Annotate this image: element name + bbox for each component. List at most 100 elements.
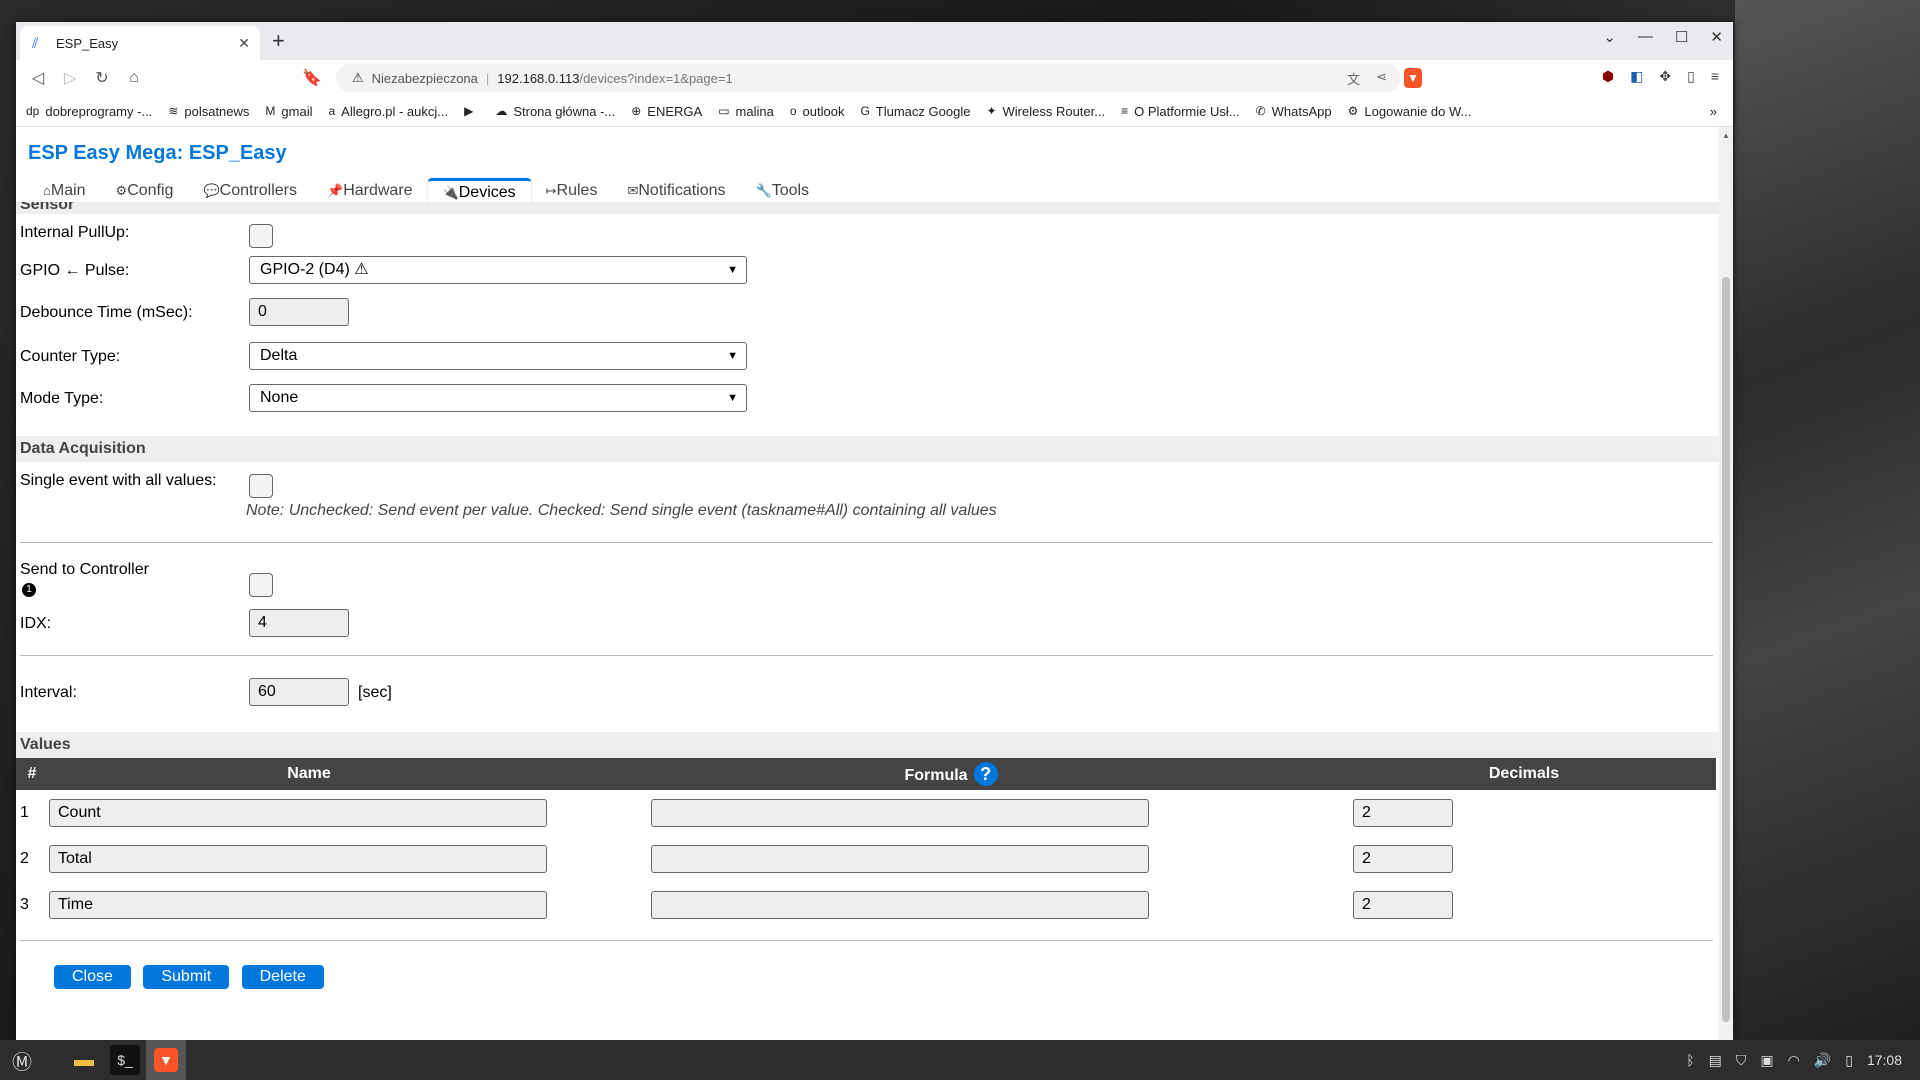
bookmark-item[interactable]: ☁ Strona główna -... (495, 104, 615, 119)
submit-button[interactable]: Submit (143, 965, 230, 989)
sidebar-icon[interactable]: ▯ (1687, 68, 1695, 85)
browser-tab[interactable]: ⫽ ESP_Easy ✕ (20, 26, 260, 60)
page-scrollbar[interactable]: ▲ (1719, 127, 1733, 1040)
interval-label: Interval: (20, 684, 77, 701)
mint-menu-icon[interactable]: Ⓜ (2, 1040, 42, 1080)
debounce-input[interactable]: 0 (249, 298, 349, 326)
section-sensor: Sensor (16, 202, 1719, 214)
bookmark-item[interactable]: ≡ O Platformie Usł... (1121, 104, 1239, 119)
bookmark-icon: ⊕ (631, 104, 642, 118)
translate-icon[interactable]: 文 (1347, 69, 1360, 88)
forward-icon[interactable]: ▷ (54, 68, 86, 88)
close-tab-icon[interactable]: ✕ (238, 35, 250, 52)
bookmark-item[interactable]: ✦ Wireless Router... (986, 104, 1105, 119)
scroll-up-icon[interactable]: ▲ (1722, 131, 1730, 140)
menu-icon[interactable]: ≡ (1711, 68, 1719, 85)
bookmark-item[interactable]: ▶ (464, 104, 479, 118)
bookmark-item[interactable]: dp dobreprogramy -... (26, 104, 152, 119)
chevron-down-icon: ▼ (727, 392, 738, 404)
bookmark-item[interactable]: Mgmail (265, 104, 312, 119)
value-name-input[interactable]: Total (49, 845, 547, 873)
col-name: Name (48, 758, 570, 790)
bookmark-icon[interactable]: 🔖 (296, 68, 328, 88)
value-name-input[interactable]: Time (49, 891, 547, 919)
send-controller-checkbox[interactable] (249, 573, 273, 597)
minimize-icon[interactable]: — (1638, 28, 1653, 46)
row-pullup: Internal PullUp: (16, 214, 1719, 252)
bookmark-label: O Platformie Usł... (1134, 103, 1240, 119)
bookmark-item[interactable]: ✆ WhatsApp (1256, 104, 1332, 119)
files-icon[interactable]: ▬ (64, 1040, 104, 1080)
row-mode: Mode Type: None ▼ (16, 378, 1719, 436)
menu-icon: 📌 (327, 183, 344, 198)
maximize-icon[interactable]: ☐ (1675, 28, 1688, 46)
delete-button[interactable]: Delete (241, 965, 324, 989)
terminal-icon[interactable]: $_ (110, 1045, 140, 1075)
ublock-icon[interactable]: ⬢ (1602, 68, 1614, 85)
bookmark-item[interactable]: ▭ malina (718, 104, 774, 119)
new-tab-button[interactable]: + (272, 28, 285, 54)
menu-icon: 💬 (203, 183, 220, 198)
gpio-label: GPIO ← Pulse: (20, 262, 130, 279)
url-tools: 文 ⋖ (1347, 69, 1387, 88)
bookmark-item[interactable]: ⚙ Logowanie do W... (1348, 104, 1472, 119)
decimals-cell: 2 (1332, 790, 1716, 836)
browser-window: ⫽ ESP_Easy ✕ + ⌄ — ☐ ✕ ◁ ▷ ↻ ⌂ 🔖 ⚠ Nieza… (16, 22, 1733, 1040)
value-name-input[interactable]: Count (49, 799, 547, 827)
home-icon[interactable]: ⌂ (118, 69, 150, 87)
shield-icon[interactable]: ⛉ (1736, 1052, 1747, 1069)
mode-select[interactable]: None ▼ (249, 384, 747, 412)
gpio-select[interactable]: GPIO-2 (D4) ⚠ ▼ (249, 256, 747, 284)
value-num: 2 (20, 850, 29, 867)
bookmark-icon: ≋ (168, 104, 179, 118)
menu-label: Tools (771, 182, 810, 199)
bookmark-item[interactable]: a Allegro.pl - aukcj... (328, 104, 448, 119)
brave-taskbar-icon[interactable]: ▼ (146, 1040, 186, 1080)
address-bar[interactable]: ⚠ Niezabezpieczona | 192.168.0.113 /devi… (336, 64, 1401, 92)
interval-input[interactable]: 60 (249, 678, 349, 706)
volume-icon[interactable]: 🔊 (1814, 1052, 1831, 1069)
row-interval: Interval: 60 [sec] (16, 656, 1719, 732)
value-formula-input[interactable] (651, 845, 1149, 873)
idx-input[interactable]: 4 (249, 609, 349, 637)
bookmark-item[interactable]: ≋ polsatnews (168, 104, 249, 119)
wifi-icon[interactable]: ◠ (1788, 1052, 1800, 1069)
value-decimals-input[interactable]: 2 (1353, 845, 1453, 873)
brave-shield-icon[interactable]: ▼ (1404, 68, 1422, 88)
bookmark-item[interactable]: ⊕ ENERGA (631, 104, 702, 119)
bookmark-label: Allegro.pl - aukcj... (341, 103, 449, 119)
battery-icon[interactable]: ▯ (1845, 1052, 1853, 1069)
single-event-checkbox[interactable] (249, 474, 273, 498)
bookmarks-more-icon[interactable]: » (1710, 104, 1717, 119)
menu-icon: ⚙ (115, 183, 128, 198)
close-button[interactable]: Close (54, 965, 131, 989)
puzzle-icon[interactable]: ✥ (1659, 68, 1671, 85)
bookmarks-bar: dp dobreprogramy -... ≋ polsatnews Mgmail a Al… (16, 96, 1733, 127)
scrollbar-thumb[interactable] (1722, 277, 1730, 1022)
bookmark-item[interactable]: o outlook (790, 104, 845, 119)
close-window-icon[interactable]: ✕ (1710, 28, 1723, 46)
value-decimals-input[interactable]: 2 (1353, 891, 1453, 919)
update-icon[interactable]: ▣ (1760, 1052, 1773, 1069)
bookmark-label: Wireless Router... (1002, 103, 1106, 119)
help-icon[interactable]: ? (973, 762, 998, 786)
bookmark-item[interactable]: G Tlumacz Google (860, 104, 970, 119)
bookmark-icon: o (789, 104, 797, 118)
menu-label: Hardware (343, 182, 413, 199)
bluetooth-icon[interactable]: ᛒ (1686, 1052, 1694, 1068)
pullup-checkbox[interactable] (249, 224, 273, 248)
counter-select[interactable]: Delta ▼ (249, 342, 747, 370)
value-formula-input[interactable] (651, 891, 1149, 919)
value-formula-input[interactable] (651, 799, 1149, 827)
clock[interactable]: 17:08 (1867, 1052, 1902, 1068)
value-decimals-input[interactable]: 2 (1353, 799, 1453, 827)
warning-icon: ⚠ (352, 70, 364, 85)
bookmark-label: ENERGA (647, 103, 703, 119)
share-icon[interactable]: ⋖ (1376, 69, 1387, 88)
clipboard-icon[interactable]: ▤ (1709, 1052, 1722, 1069)
extension-icon[interactable]: ◧ (1630, 68, 1643, 85)
reload-icon[interactable]: ↻ (86, 68, 118, 88)
back-icon[interactable]: ◁ (22, 68, 54, 88)
window-controls: ⌄ — ☐ ✕ (1603, 28, 1723, 46)
tab-search-icon[interactable]: ⌄ (1603, 28, 1616, 46)
